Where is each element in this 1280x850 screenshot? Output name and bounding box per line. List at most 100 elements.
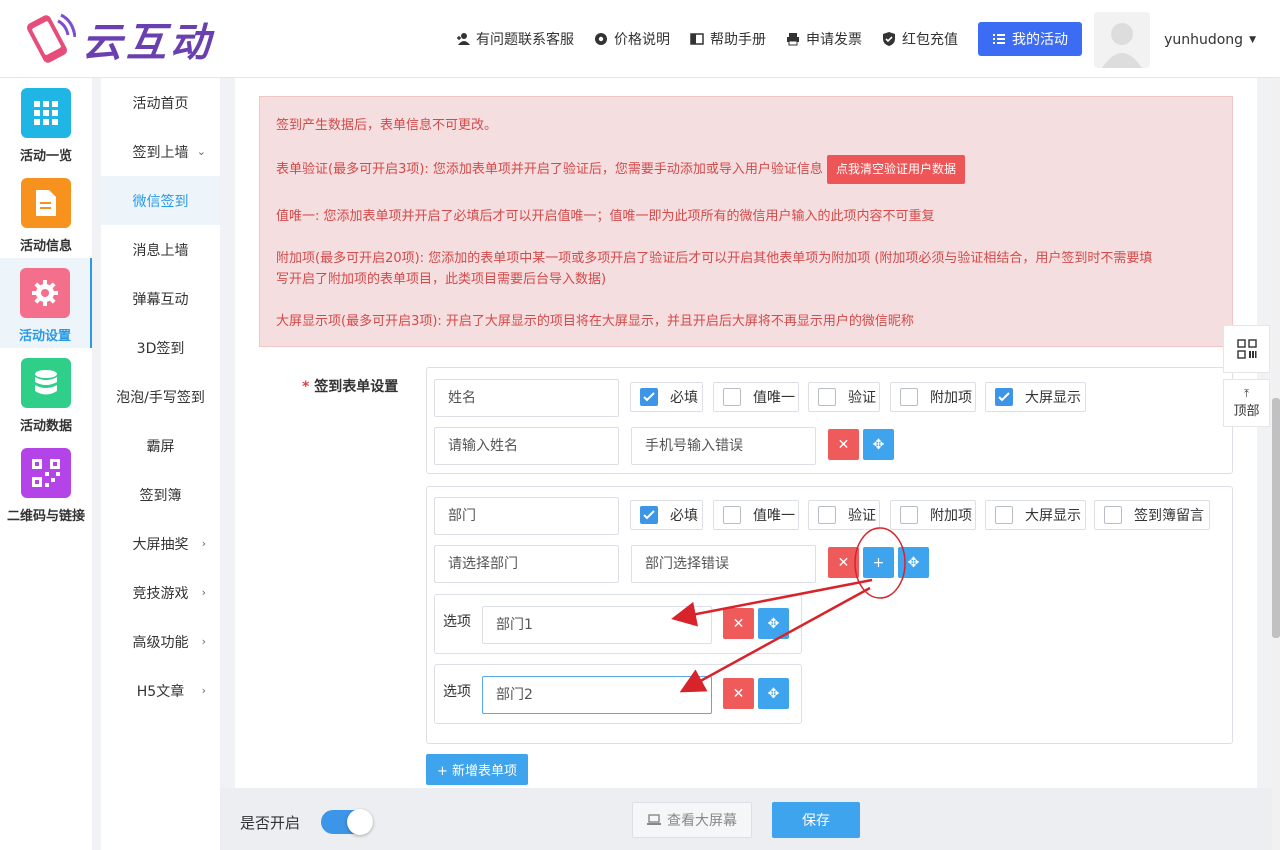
subnav-item[interactable]: 高级功能 › — [101, 617, 220, 666]
invoice-link[interactable]: 申请发票 — [786, 29, 862, 49]
subnav-item[interactable]: 活动首页 — [101, 78, 220, 127]
user-menu[interactable]: yunhudong ▼ — [1094, 12, 1256, 68]
subnav-item[interactable]: 签到簿 — [101, 470, 220, 519]
chevron-right-icon: › — [201, 684, 206, 697]
form-settings-label: * 签到表单设置 — [302, 379, 399, 395]
gear-icon — [595, 33, 607, 45]
option-row: 选项 部门2 ✕ ✥ — [434, 664, 802, 724]
plus-icon: + — [872, 554, 885, 571]
guestbook-checkbox[interactable]: 签到簿留言 — [1094, 500, 1210, 530]
screen-display-checkbox[interactable]: 大屏显示 — [985, 382, 1086, 412]
top-bar: 云互动 有问题联系客服 价格说明 帮助手册 申请发票 红包充值 我的活动 yun… — [0, 0, 1280, 78]
option-drag-handle[interactable]: ✥ — [758, 678, 789, 709]
subnav-item[interactable]: 霸屏 — [101, 421, 220, 470]
verify-checkbox[interactable]: 验证 — [808, 500, 880, 530]
support-link[interactable]: 有问题联系客服 — [456, 29, 574, 49]
add-option-button[interactable]: + — [863, 547, 894, 578]
option-input[interactable]: 部门2 — [482, 676, 712, 714]
avatar-placeholder-icon — [1102, 23, 1143, 68]
avatar[interactable] — [1094, 12, 1151, 68]
book-icon — [690, 33, 704, 45]
subnav-item[interactable]: 3D签到 — [101, 323, 220, 372]
subnav-item[interactable]: 弹幕互动 — [101, 274, 220, 323]
form-item-card: 姓名 必填 值唯一 验证 附加项 大屏显示 请输入姓名 手机号输入错误 ✕ ✥ — [426, 367, 1233, 474]
pricing-link[interactable]: 价格说明 — [594, 29, 670, 49]
field-name-input[interactable]: 姓名 — [434, 379, 619, 417]
save-button[interactable]: 保存 — [772, 802, 860, 838]
chevron-right-icon: › — [201, 537, 206, 550]
rail-item-info[interactable]: 活动信息 — [0, 168, 92, 258]
extra-checkbox[interactable]: 附加项 — [890, 500, 976, 530]
delete-item-button[interactable]: ✕ — [828, 429, 859, 460]
subnav-item[interactable]: 泡泡/手写签到 — [101, 372, 220, 421]
screen-display-checkbox[interactable]: 大屏显示 — [985, 500, 1086, 530]
footer-bar: 是否开启 查看大屏幕 保存 — [220, 788, 1280, 850]
qrcode-float-button[interactable] — [1223, 325, 1270, 373]
shield-check-icon — [883, 32, 895, 46]
checkmark-icon — [640, 388, 658, 406]
field-name-input[interactable]: 部门 — [434, 497, 619, 535]
brand-name: 云互动 — [82, 20, 214, 66]
phone-logo-icon — [20, 11, 77, 67]
notice-line: 值唯一: 您添加表单项并开启了必填后才可以开启值唯一；值唯一即为此项所有的微信用… — [276, 209, 935, 224]
unique-checkbox[interactable]: 值唯一 — [713, 500, 799, 530]
subnav-item[interactable]: 签到上墙 ⌄ — [101, 127, 220, 176]
field-error-input[interactable]: 部门选择错误 — [631, 545, 816, 583]
scrollbar-thumb[interactable] — [1272, 398, 1280, 638]
caret-down-icon: ▼ — [1249, 35, 1256, 45]
notice-line: 表单验证(最多可开启3项): 您添加表单项并开启了验证后，您需要手动添加或导入用… — [276, 155, 1216, 184]
close-icon: ✕ — [837, 436, 850, 453]
laptop-icon — [647, 814, 661, 825]
move-icon: ✥ — [872, 436, 885, 453]
gear-icon — [20, 268, 70, 318]
required-checkbox[interactable]: 必填 — [630, 382, 703, 412]
subnav-item[interactable]: 竞技游戏 › — [101, 568, 220, 617]
subnav-item-active[interactable]: 微信签到 — [101, 176, 220, 225]
drag-handle[interactable]: ✥ — [898, 547, 929, 578]
my-activity-button[interactable]: 我的活动 — [978, 22, 1082, 56]
recharge-link[interactable]: 红包充值 — [882, 29, 958, 49]
delete-item-button[interactable]: ✕ — [828, 547, 859, 578]
notice-line: 大屏显示项(最多可开启3项): 开启了大屏显示的项目将在大屏显示，并且开启后大屏… — [276, 314, 914, 329]
subnav-item[interactable]: 大屏抽奖 › — [101, 519, 220, 568]
username-dropdown[interactable]: yunhudong ▼ — [1164, 32, 1256, 48]
rail-item-data[interactable]: 活动数据 — [0, 348, 92, 438]
qrcode-icon — [1236, 339, 1257, 359]
database-icon — [21, 358, 71, 408]
close-icon: ✕ — [837, 554, 850, 571]
arrow-up-icon: ⤒ — [1244, 386, 1249, 400]
option-drag-handle[interactable]: ✥ — [758, 608, 789, 639]
back-to-top-button[interactable]: ⤒ 顶部 — [1223, 379, 1270, 427]
manual-link[interactable]: 帮助手册 — [690, 29, 766, 49]
chevron-right-icon: › — [201, 635, 206, 648]
brand-logo[interactable]: 云互动 — [20, 10, 214, 68]
subnav-item[interactable]: 消息上墙 — [101, 225, 220, 274]
drag-handle[interactable]: ✥ — [863, 429, 894, 460]
clear-verify-data-button[interactable]: 点我清空验证用户数据 — [826, 155, 965, 184]
close-icon: ✕ — [732, 615, 745, 632]
delete-option-button[interactable]: ✕ — [723, 608, 754, 639]
required-checkbox[interactable]: 必填 — [630, 500, 703, 530]
form-item-card: 部门 必填 值唯一 验证 附加项 大屏显示 签到簿留言 请选择部门 部门选择错误… — [426, 486, 1233, 744]
sub-nav: 活动首页 签到上墙 ⌄ 微信签到 消息上墙 弹幕互动 3D签到 泡泡/手写签到 霸… — [101, 78, 220, 850]
extra-checkbox[interactable]: 附加项 — [890, 382, 976, 412]
notice-line: 签到产生数据后，表单信息不可更改。 — [276, 118, 498, 133]
add-form-item-button[interactable]: + 新增表单项 — [426, 754, 529, 785]
unique-checkbox[interactable]: 值唯一 — [713, 382, 799, 412]
rail-item-overview[interactable]: 活动一览 — [0, 78, 92, 168]
field-placeholder-input[interactable]: 请输入姓名 — [434, 427, 619, 465]
option-input[interactable]: 部门1 — [482, 606, 712, 644]
rail-item-qrcode[interactable]: 二维码与链接 — [0, 438, 92, 528]
subnav-item[interactable]: H5文章 › — [101, 666, 220, 715]
document-icon — [21, 178, 71, 228]
main-content: 签到产生数据后，表单信息不可更改。 表单验证(最多可开启3项): 您添加表单项并… — [235, 78, 1257, 788]
verify-checkbox[interactable]: 验证 — [808, 382, 880, 412]
move-icon: ✥ — [767, 685, 780, 702]
field-placeholder-input[interactable]: 请选择部门 — [434, 545, 619, 583]
top-nav: 有问题联系客服 价格说明 帮助手册 申请发票 红包充值 我的活动 — [456, 22, 1082, 56]
delete-option-button[interactable]: ✕ — [723, 678, 754, 709]
rail-item-settings[interactable]: 活动设置 — [0, 258, 92, 348]
enable-toggle[interactable] — [321, 809, 373, 835]
view-screen-button[interactable]: 查看大屏幕 — [632, 802, 752, 838]
field-error-input[interactable]: 手机号输入错误 — [631, 427, 816, 465]
